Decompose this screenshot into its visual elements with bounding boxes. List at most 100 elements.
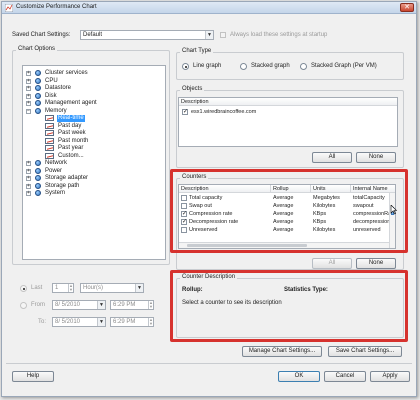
saved-settings-label: Saved Chart Settings: [12, 32, 71, 38]
object-checkbox[interactable]: ✓ [182, 109, 188, 115]
cancel-button[interactable]: Cancel [324, 371, 366, 382]
tree-item-label: Past day [58, 122, 82, 129]
tree-item-label: Storage adapter [45, 175, 89, 181]
object-label: esx1.wiredbraincoffee.com [191, 109, 257, 115]
stacked-graph-per-vm-radio[interactable] [300, 63, 307, 70]
from-label: From [31, 302, 45, 308]
app-icon [5, 4, 13, 12]
collapse-icon[interactable]: − [26, 108, 31, 114]
spinner-icon: ▲ ▼ [68, 283, 73, 292]
chart-options-title: Chart Options [16, 46, 58, 52]
expand-icon[interactable]: + [26, 176, 31, 181]
to-time-field[interactable]: 6:29 PM ▲ ▼ [110, 317, 154, 327]
tree-item-label: System [45, 190, 66, 196]
counters-all-button[interactable]: All [312, 258, 352, 269]
chart-icon [45, 152, 54, 159]
last-unit: Hour(s) [83, 285, 104, 291]
stacked-graph-label: Stacked graph [251, 63, 290, 69]
apply-button[interactable]: Apply [370, 371, 410, 382]
chevron-down-icon: ▼ [97, 318, 105, 326]
objects-none-button[interactable]: None [356, 152, 396, 163]
title-bar: Customize Performance Chart ✕ [2, 2, 416, 14]
metric-group-icon [35, 175, 41, 181]
metric-group-icon [35, 100, 41, 106]
metric-group-icon [35, 167, 41, 174]
expand-icon[interactable]: + [26, 183, 31, 189]
counters-none-button[interactable]: None [356, 258, 396, 269]
tree-item-label: Past week [58, 130, 86, 136]
line-graph-radio[interactable] [182, 63, 189, 70]
metric-group-icon [35, 107, 41, 114]
expand-icon[interactable]: + [26, 168, 31, 174]
last-value-stepper[interactable]: 1 ▲ ▼ [52, 283, 74, 293]
from-radio[interactable] [20, 302, 27, 309]
always-load-label: Always load these settings at startup [230, 32, 328, 38]
objects-header-description[interactable]: Description [179, 98, 397, 106]
saved-settings-select[interactable]: Default ▼ [80, 30, 214, 40]
from-time-field[interactable]: 6:29 PM ▲ ▼ [110, 300, 154, 310]
metric-group-icon [35, 77, 41, 84]
chart-type-title: Chart Type [180, 48, 214, 54]
expand-icon[interactable]: + [26, 71, 31, 76]
window-title: Customize Performance Chart [16, 4, 97, 10]
metric-group-icon [35, 85, 41, 91]
metric-tree: + Cluster services + CPU + Datastore + Disk + Man… [22, 65, 166, 260]
expand-icon[interactable]: + [26, 101, 31, 106]
chevron-down-icon: ▼ [97, 301, 105, 309]
from-date-field[interactable]: 8/ 5/2010 ▼ [52, 300, 106, 310]
tree-item-label: Power [45, 167, 63, 174]
chart-icon [45, 145, 54, 151]
ok-button[interactable]: OK [278, 371, 320, 382]
metric-group-icon [35, 92, 41, 99]
tree-item-label: Network [45, 160, 68, 166]
tree-item-label: CPU [45, 77, 58, 84]
chart-icon [45, 137, 54, 144]
help-button[interactable]: Help [12, 371, 54, 382]
spinner-icon: ▲ ▼ [148, 300, 153, 309]
counter-description-highlight [170, 270, 408, 342]
tree-item-label: Storage path [45, 182, 80, 189]
footer-divider [6, 363, 412, 364]
last-radio[interactable] [20, 285, 27, 292]
always-load-checkbox[interactable] [220, 32, 226, 38]
objects-all-button[interactable]: All [312, 152, 352, 163]
line-graph-label: Line graph [193, 63, 222, 69]
objects-table: Description ✓ esx1.wiredbraincoffee.com [178, 97, 398, 147]
saved-settings-value: Default [83, 32, 103, 38]
tree-item-label: Memory [45, 107, 67, 114]
chart-icon [45, 122, 54, 129]
stacked-graph-radio[interactable] [240, 63, 247, 70]
customize-chart-dialog: Customize Performance Chart ✕ Saved Char… [1, 1, 417, 397]
metric-group-icon [35, 160, 41, 166]
tree-item-label: Cluster services [45, 70, 88, 76]
manage-chart-settings-button[interactable]: Manage Chart Settings... [242, 346, 322, 357]
spinner-icon: ▲ ▼ [148, 317, 153, 326]
last-unit-select[interactable]: Hour(s) ▼ [80, 283, 144, 293]
tree-item-label: Real-time [57, 115, 85, 122]
tree-item-label: Past month [58, 137, 89, 144]
to-date-field[interactable]: 8/ 5/2010 ▼ [52, 317, 106, 327]
objects-title: Objects [180, 86, 205, 92]
close-button[interactable]: ✕ [400, 3, 414, 12]
close-icon: ✕ [404, 4, 410, 11]
metric-group-icon [35, 190, 41, 196]
from-time: 6:29 PM [113, 302, 136, 308]
chevron-down-icon: ▼ [205, 31, 213, 39]
chevron-down-icon: ▼ [135, 284, 143, 292]
to-time: 6:29 PM [113, 319, 136, 325]
save-chart-settings-button[interactable]: Save Chart Settings... [328, 346, 402, 357]
expand-icon[interactable]: + [26, 93, 31, 99]
chart-icon [45, 130, 54, 136]
tree-item-label: Past year [58, 145, 84, 151]
from-date: 8/ 5/2010 [55, 302, 81, 308]
expand-icon[interactable]: + [26, 161, 31, 166]
expand-icon[interactable]: + [26, 86, 31, 91]
tree-item-label: Custom... [58, 152, 84, 159]
counters-highlight [170, 169, 408, 253]
expand-icon[interactable]: + [26, 191, 31, 196]
chart-icon [45, 115, 54, 121]
tree-item-label: Datastore [45, 85, 72, 91]
expand-icon[interactable]: + [26, 78, 31, 84]
to-label: To: [38, 319, 47, 325]
last-value: 1 [55, 285, 59, 291]
